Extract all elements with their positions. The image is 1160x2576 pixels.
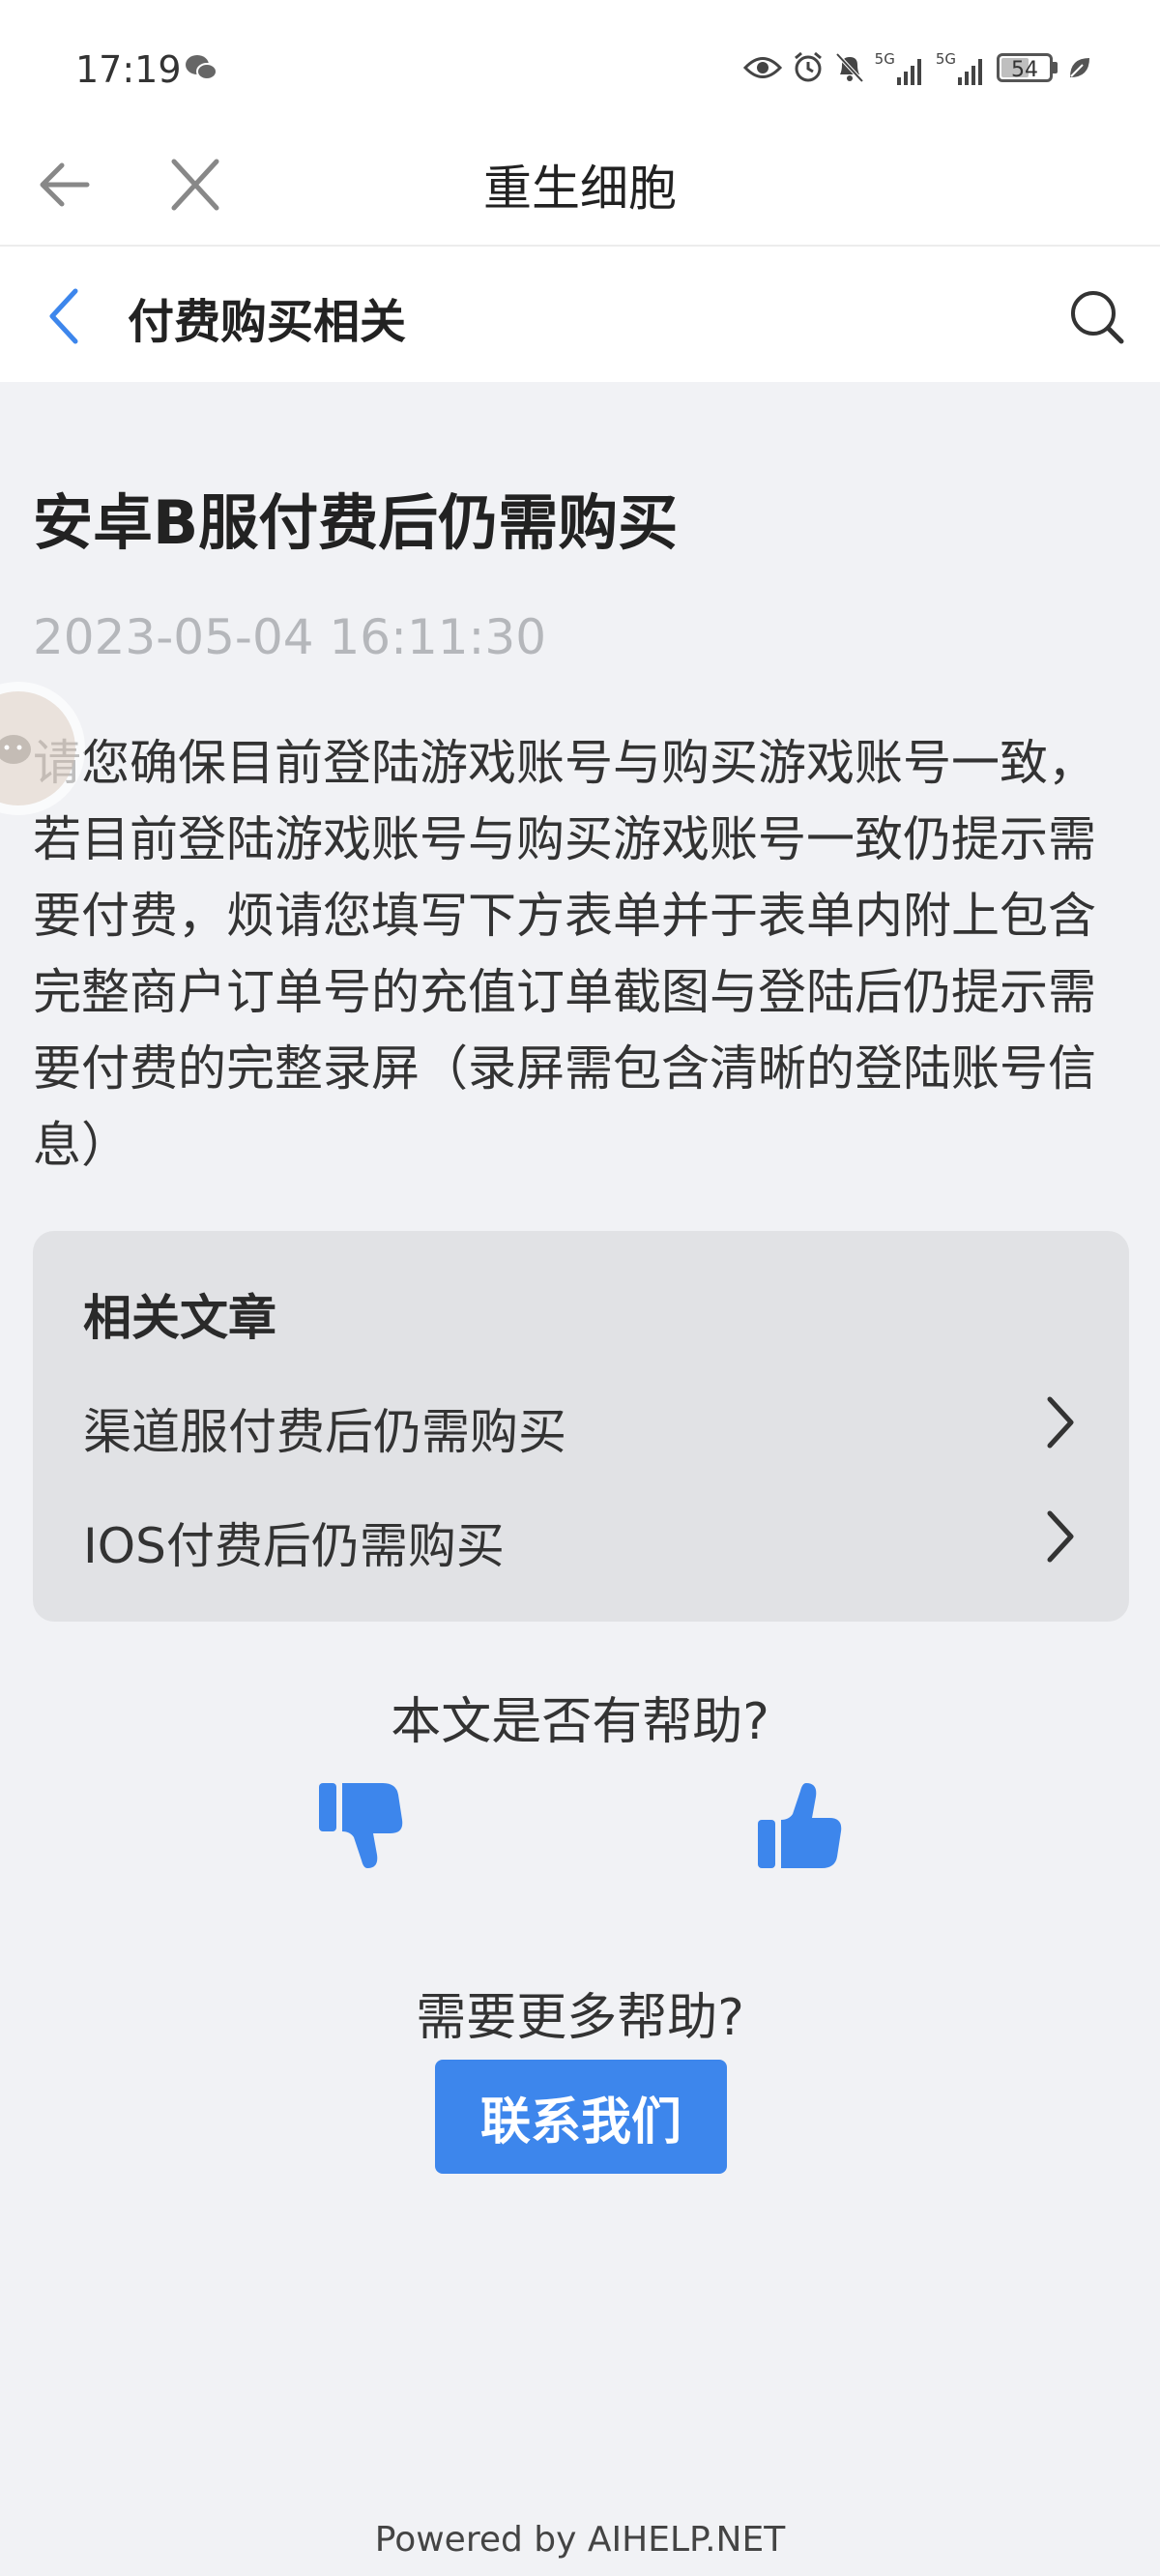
chevron-left-icon[interactable]	[43, 285, 85, 347]
signal-bars-icon	[896, 59, 921, 85]
category-title: 付费购买相关	[128, 295, 407, 349]
chat-icon	[0, 735, 31, 764]
article-title: 安卓B服付费后仍需购买	[33, 487, 679, 558]
wechat-icon	[186, 55, 218, 80]
alarm-icon	[794, 51, 822, 82]
related-item[interactable]: IOS付费后仍需购买	[83, 1500, 1079, 1577]
eye-icon	[742, 57, 782, 78]
status-bar: 17:19 5G 5G 54	[0, 0, 1160, 121]
status-time: 17:19	[75, 48, 182, 91]
network-type-2: 5G	[935, 50, 956, 68]
signal-2: 5G	[936, 50, 987, 85]
battery-indicator: 54	[997, 53, 1058, 82]
battery-icon: 54	[997, 53, 1053, 82]
more-help-question: 需要更多帮助?	[416, 1989, 744, 2047]
powered-by-footer: Powered by AIHELP.NET	[374, 2520, 786, 2560]
category-header: 付费购买相关	[0, 247, 1160, 382]
page-title: 重生细胞	[483, 161, 677, 217]
title-bar: 重生细胞	[0, 121, 1160, 247]
network-type-1: 5G	[874, 50, 895, 68]
signal-bars-icon	[958, 59, 982, 85]
chevron-right-icon	[1047, 1510, 1074, 1563]
thumbs-up-icon[interactable]	[754, 1779, 847, 1872]
related-item[interactable]: 渠道服付费后仍需购买	[83, 1386, 1079, 1463]
battery-level: 54	[1011, 58, 1038, 82]
signal-1: 5G	[875, 50, 926, 85]
article-date: 2023-05-04 16:11:30	[33, 609, 547, 665]
thumbs-down-icon[interactable]	[315, 1779, 408, 1872]
contact-us-button[interactable]: 联系我们	[435, 2060, 727, 2174]
article-body: 请您确保目前登陆游戏账号与购买游戏账号一致，若目前登陆游戏账号与购买游戏账号一致…	[33, 735, 1096, 1173]
related-title: 相关文章	[83, 1290, 276, 1346]
chevron-right-icon	[1047, 1396, 1074, 1449]
related-item-label: IOS付费后仍需购买	[83, 1518, 505, 1574]
helpful-question: 本文是否有帮助?	[391, 1693, 769, 1751]
related-item-label: 渠道服付费后仍需购买	[83, 1404, 566, 1460]
mute-bell-icon	[835, 52, 864, 83]
related-articles: 相关文章 渠道服付费后仍需购买 IOS付费后仍需购买	[33, 1231, 1129, 1622]
status-icons: 5G 5G 54	[742, 46, 1092, 89]
leaf-icon	[1070, 58, 1089, 77]
search-icon[interactable]	[1065, 285, 1129, 349]
